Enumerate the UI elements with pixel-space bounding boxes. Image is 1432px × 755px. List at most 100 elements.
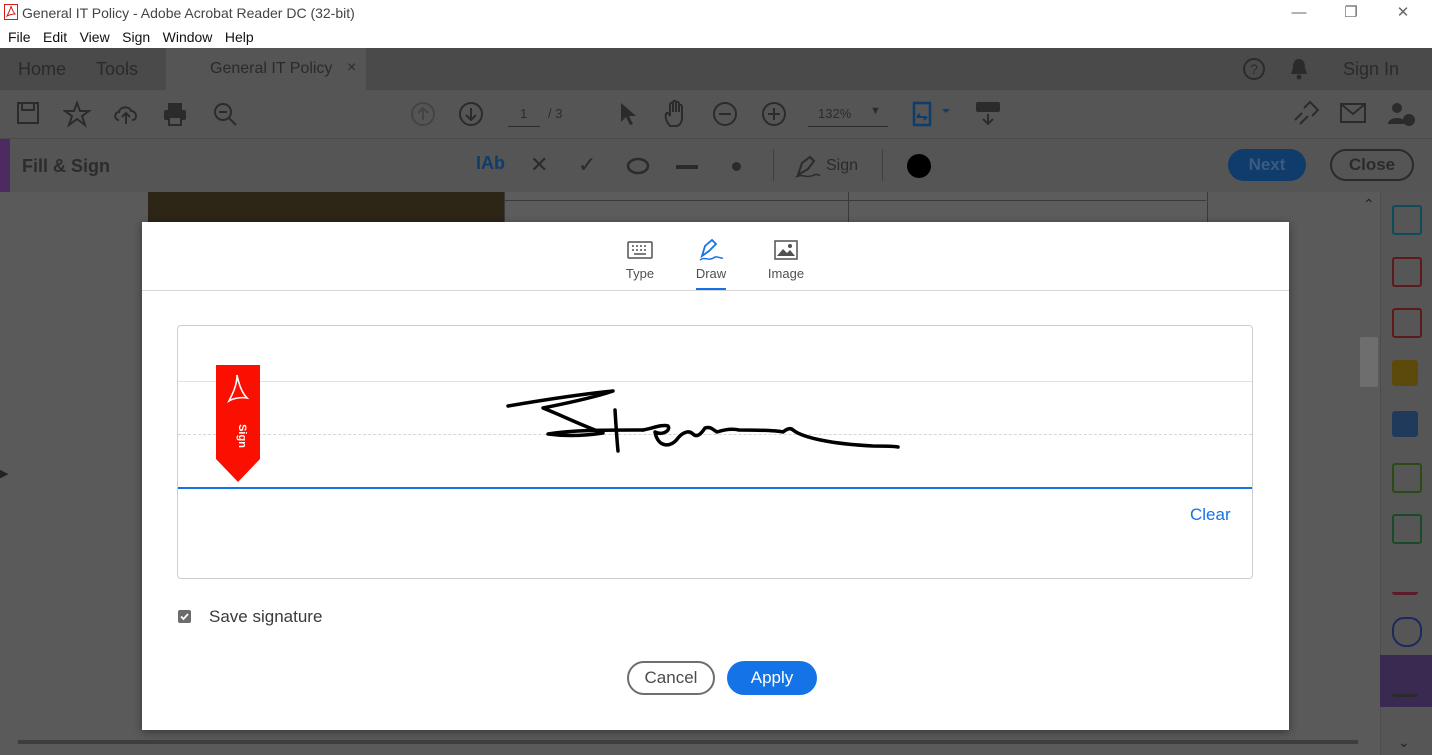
sign-marker-label: Sign (235, 424, 248, 448)
document-table-cell (504, 192, 1208, 222)
image-icon (774, 240, 798, 260)
protect-shield-icon[interactable] (1392, 617, 1422, 647)
bookmark-star-icon[interactable] (63, 100, 91, 128)
tab-close-icon[interactable]: × (347, 59, 356, 77)
previous-page-icon[interactable] (410, 101, 436, 127)
document-table-line (504, 200, 1206, 201)
dialog-tab-separator (142, 290, 1289, 291)
signature-baseline (178, 487, 1252, 489)
next-page-icon[interactable] (458, 101, 484, 127)
tab-draw[interactable]: Draw (681, 236, 741, 281)
menu-file[interactable]: File (8, 26, 31, 48)
color-picker-swatch[interactable] (907, 154, 931, 178)
print-icon[interactable] (161, 100, 189, 128)
page-fit-icon[interactable] (910, 99, 952, 129)
zoom-in-icon[interactable] (761, 101, 787, 127)
tab-type-label: Type (625, 266, 655, 281)
save-signature-checkbox[interactable] (178, 610, 191, 623)
notification-bell-icon[interactable] (1288, 57, 1310, 81)
request-signature-icon[interactable] (1392, 566, 1418, 595)
minimize-button[interactable]: — (1276, 2, 1322, 24)
sign-pen-icon[interactable] (794, 153, 822, 179)
cancel-button[interactable]: Cancel (627, 661, 715, 695)
add-text-tool-label: Ab (481, 153, 506, 173)
fill-sign-pen-icon[interactable] (1392, 668, 1418, 697)
signature-dialog: Type Draw Image Sign Clear Save signatur… (142, 222, 1289, 730)
help-icon[interactable]: ? (1242, 57, 1266, 81)
close-window-button[interactable]: ✕ (1380, 2, 1426, 24)
zoom-out-icon[interactable] (712, 101, 738, 127)
dot-tool-icon[interactable] (732, 162, 741, 171)
save-signature-label: Save signature (209, 607, 323, 626)
menu-sign[interactable]: Sign (122, 26, 150, 48)
compare-icon[interactable] (1392, 463, 1422, 493)
tab-type[interactable]: Type (610, 236, 670, 281)
menu-bar: File Edit View Sign Window Help (0, 26, 1432, 48)
toolbar-divider-2 (882, 149, 883, 181)
document-table-divider (848, 192, 849, 222)
add-user-icon[interactable] (1386, 100, 1416, 128)
next-button[interactable]: Next (1228, 149, 1306, 181)
comment-icon[interactable] (1392, 360, 1418, 386)
tab-document-label[interactable]: General IT Policy (210, 60, 332, 78)
hand-tool-icon[interactable] (662, 99, 690, 129)
add-text-tool-icon[interactable]: IAb (476, 153, 505, 174)
pen-draw-icon (699, 238, 724, 261)
page-count: / 3 (548, 106, 563, 121)
save-icon[interactable] (16, 101, 40, 125)
menu-help[interactable]: Help (225, 26, 254, 48)
ellipse-tool-icon[interactable] (626, 157, 650, 175)
keyboard-tool-icon[interactable] (974, 100, 1002, 128)
menu-edit[interactable]: Edit (43, 26, 67, 48)
combine-files-icon[interactable] (1392, 411, 1418, 437)
email-icon[interactable] (1340, 102, 1366, 124)
keyboard-icon (627, 241, 653, 259)
zoom-level-select[interactable]: 132% (818, 106, 851, 121)
line-tool-icon[interactable] (676, 165, 698, 169)
export-pdf-icon[interactable] (1392, 308, 1422, 338)
menu-window[interactable]: Window (163, 26, 213, 48)
document-page-header-cell (148, 192, 504, 222)
cloud-upload-icon[interactable] (111, 100, 141, 128)
window-title: General IT Policy - Adobe Acrobat Reader… (22, 5, 355, 21)
fill-sign-bar: Fill & Sign IAb ✕ ✓ Sign Next Close (0, 139, 1432, 192)
page-number-input[interactable]: 1 (520, 106, 527, 121)
share-link-icon[interactable] (1290, 100, 1320, 128)
scan-ocr-icon[interactable] (1392, 514, 1422, 544)
close-fill-sign-button[interactable]: Close (1330, 149, 1414, 181)
menu-view[interactable]: View (80, 26, 110, 48)
organize-pages-icon[interactable] (1392, 257, 1422, 287)
left-panel-expand-icon[interactable]: ▶ (0, 467, 8, 480)
tab-image[interactable]: Image (756, 236, 816, 281)
save-signature-row: Save signature (178, 607, 322, 627)
fill-sign-title: Fill & Sign (22, 156, 110, 176)
zoom-search-icon[interactable] (211, 100, 239, 128)
sign-in-link[interactable]: Sign In (1343, 59, 1399, 80)
scroll-up-chevron-icon[interactable]: ⌃ (1363, 196, 1375, 213)
fill-sign-accent-strip (0, 139, 10, 192)
check-mark-tool-icon[interactable]: ✓ (578, 152, 596, 178)
svg-text:?: ? (1250, 61, 1258, 77)
zoom-dropdown-chevron-icon[interactable]: ▼ (870, 105, 881, 117)
scrollbar-thumb[interactable] (1360, 337, 1378, 387)
tab-image-label: Image (767, 266, 805, 281)
tab-home[interactable]: Home (18, 59, 66, 80)
checkmark-icon (180, 613, 189, 621)
cross-mark-tool-icon[interactable]: ✕ (530, 152, 548, 178)
page-input-underline (508, 126, 540, 127)
apply-button[interactable]: Apply (727, 661, 817, 695)
signature-draw-area[interactable]: Sign (177, 325, 1253, 579)
acrobat-app-icon (4, 4, 18, 20)
sign-tool-label[interactable]: Sign (826, 157, 858, 175)
tab-draw-label: Draw (695, 266, 727, 281)
tab-tools[interactable]: Tools (96, 59, 138, 80)
toolbar-divider (773, 149, 774, 181)
create-pdf-icon[interactable] (1392, 205, 1422, 235)
canvas-top-guide (178, 381, 1252, 382)
horizontal-scrollbar[interactable] (18, 740, 1358, 744)
panel-scroll-down-chevron-icon[interactable]: ⌄ (1398, 734, 1410, 751)
restore-button[interactable]: ❐ (1328, 2, 1374, 24)
clear-signature-link[interactable]: Clear (1190, 505, 1231, 525)
select-cursor-icon[interactable] (617, 100, 639, 128)
drawn-signature (506, 389, 900, 453)
